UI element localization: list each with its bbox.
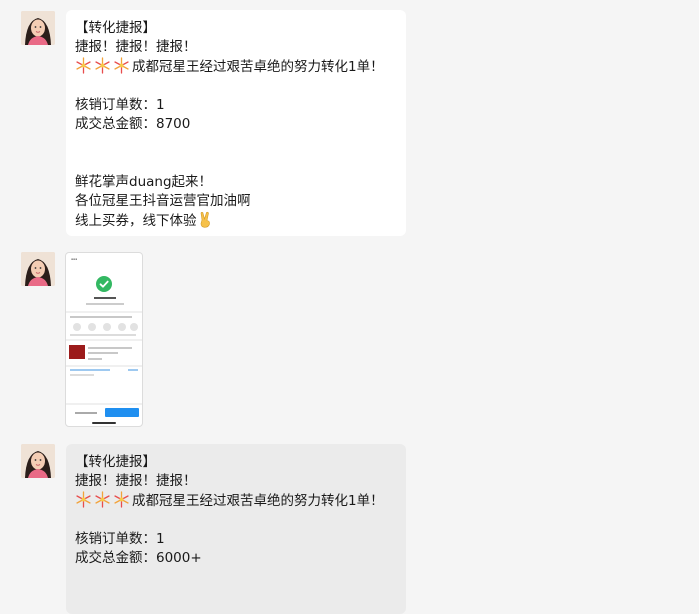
message-line-fireworks: 成都冠星王经过艰苦卓绝的努力转化1单！ bbox=[75, 491, 396, 510]
thumb-title-bar bbox=[94, 297, 116, 299]
avatar[interactable] bbox=[21, 11, 55, 45]
message-line: 【转化捷报】 bbox=[75, 20, 156, 36]
avatar[interactable] bbox=[21, 252, 55, 286]
message-line: 各位冠星王抖音运营官加油啊 bbox=[75, 192, 251, 209]
message-line: 核销订单数：1 bbox=[75, 530, 165, 547]
thumb-text-bar bbox=[70, 369, 110, 371]
avatar-icon bbox=[21, 444, 55, 478]
success-check-icon bbox=[96, 276, 112, 292]
message-bubble-selected[interactable]: 【转化捷报】 捷报！捷报！捷报！ 成都冠星王经过艰苦卓绝的努力转化1单！ 核销订… bbox=[66, 444, 406, 614]
thumb-text-bar bbox=[88, 358, 102, 360]
message-line: 核销订单数：1 bbox=[75, 96, 165, 113]
thumb-left-button bbox=[75, 412, 97, 414]
thumb-text-bar bbox=[88, 352, 118, 354]
message-line-peace: 线上买券，线下体验 bbox=[75, 211, 396, 230]
thumb-product-image bbox=[69, 345, 85, 359]
message-line: 【转化捷报】 bbox=[75, 454, 156, 470]
thumb-primary-button bbox=[105, 408, 139, 417]
thumb-home-indicator bbox=[92, 422, 116, 424]
message-line: 线上买券，线下体验 bbox=[75, 212, 197, 229]
firework-icon bbox=[113, 57, 130, 75]
message-line: 成交总金额：6000+ bbox=[75, 549, 202, 566]
message-bubble[interactable]: 【转化捷报】 捷报！捷报！捷报！ 成都冠星王经过艰苦卓绝的努力转化1单！ 核销订… bbox=[66, 10, 406, 236]
message-line: 捷报！捷报！捷报！ bbox=[75, 39, 197, 56]
thumb-action-icon bbox=[118, 323, 126, 331]
message-line: 鲜花掌声duang起来！ bbox=[75, 173, 213, 190]
message-line: 成都冠星王经过艰苦卓绝的努力转化1单！ bbox=[132, 59, 384, 76]
message-line: 成都冠星王经过艰苦卓绝的努力转化1单！ bbox=[132, 493, 384, 510]
firework-icon bbox=[75, 491, 92, 509]
avatar[interactable] bbox=[21, 444, 55, 478]
thumb-subtitle-bar bbox=[86, 303, 124, 305]
firework-icon bbox=[75, 57, 92, 75]
avatar-icon bbox=[21, 252, 55, 286]
thumb-divider bbox=[66, 365, 142, 367]
thumb-text-bar bbox=[70, 316, 132, 318]
thumb-text-bar bbox=[70, 334, 136, 336]
firework-icon bbox=[94, 491, 111, 509]
firework-icon bbox=[94, 57, 111, 75]
thumb-action-icon bbox=[130, 323, 138, 331]
victory-hand-icon bbox=[198, 211, 213, 228]
thumb-text-bar bbox=[70, 374, 94, 376]
thumb-divider bbox=[66, 339, 142, 341]
message-line: 捷报！捷报！捷报！ bbox=[75, 473, 197, 490]
message-line-fireworks: 成都冠星王经过艰苦卓绝的努力转化1单！ bbox=[75, 57, 396, 76]
thumb-action-icon bbox=[103, 323, 111, 331]
thumb-divider bbox=[66, 403, 142, 405]
firework-icon bbox=[113, 491, 130, 509]
message-line: 成交总金额：8700 bbox=[75, 115, 191, 132]
thumb-divider bbox=[66, 311, 142, 313]
thumb-status-bar: ▪▪▪ bbox=[71, 257, 78, 261]
thumb-action-icon bbox=[88, 323, 96, 331]
thumb-action-icon bbox=[73, 323, 81, 331]
thumb-text-bar bbox=[88, 347, 132, 349]
thumb-text-bar bbox=[128, 369, 138, 371]
avatar-icon bbox=[21, 11, 55, 45]
image-thumbnail[interactable]: ▪▪▪ bbox=[65, 252, 143, 427]
